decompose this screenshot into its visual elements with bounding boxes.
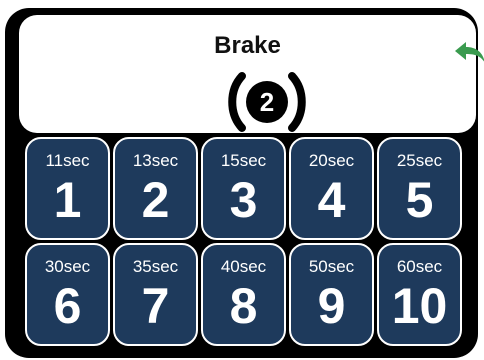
option-number: 6 [53, 278, 82, 334]
duration-label: 60sec [396, 257, 443, 276]
duration-option-5[interactable]: 25sec 5 [377, 137, 462, 240]
duration-label: 25sec [396, 151, 443, 170]
duration-option-9[interactable]: 50sec 9 [289, 243, 374, 346]
brake-warning-icon: 2 [228, 72, 306, 132]
duration-option-2[interactable]: 13sec 2 [113, 137, 198, 240]
duration-label: 20sec [308, 151, 355, 170]
duration-option-8[interactable]: 40sec 8 [201, 243, 286, 346]
duration-label: 30sec [44, 257, 91, 276]
header-panel: Brake 2 [19, 15, 484, 133]
duration-option-4[interactable]: 20sec 4 [289, 137, 374, 240]
duration-label: 15sec [220, 151, 267, 170]
page-title: Brake [214, 32, 281, 59]
duration-option-10[interactable]: 60sec 10 [377, 243, 462, 346]
back-arrow-icon[interactable] [451, 39, 484, 69]
option-number: 2 [141, 172, 170, 228]
option-number: 9 [317, 278, 346, 334]
duration-option-7[interactable]: 35sec 7 [113, 243, 198, 346]
option-number: 4 [317, 172, 346, 228]
duration-option-3[interactable]: 15sec 3 [201, 137, 286, 240]
option-number: 7 [141, 278, 170, 334]
duration-label: 50sec [308, 257, 355, 276]
option-number: 8 [229, 278, 258, 334]
duration-label: 35sec [132, 257, 179, 276]
duration-option-1[interactable]: 11sec 1 [25, 137, 110, 240]
duration-label: 40sec [220, 257, 267, 276]
option-number: 1 [53, 172, 82, 228]
brake-icon-number: 2 [260, 87, 274, 117]
option-number: 5 [405, 172, 434, 228]
duration-option-6[interactable]: 30sec 6 [25, 243, 110, 346]
duration-label: 13sec [132, 151, 179, 170]
option-number: 10 [391, 278, 448, 334]
duration-label: 11sec [45, 151, 90, 170]
option-number: 3 [229, 172, 258, 228]
